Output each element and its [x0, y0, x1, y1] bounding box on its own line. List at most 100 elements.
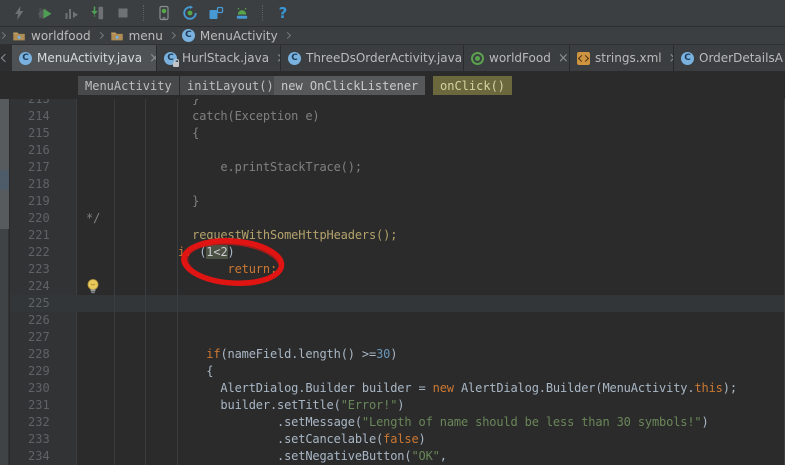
chevron-right-icon — [97, 32, 104, 39]
code-token: ) — [397, 398, 404, 412]
tab-OrderDetailsA[interactable]: COrderDetailsA — [674, 45, 785, 71]
code-token: 30 — [376, 347, 390, 361]
line-number[interactable]: 229 — [10, 363, 77, 380]
breadcrumb-chip-newOnClickListener[interactable]: new OnClickListener — [274, 76, 425, 95]
context-chips-row: MenuActivityinitLayout()new OnClickListe… — [0, 71, 785, 99]
line-number[interactable]: 233 — [10, 431, 77, 448]
navbar-item-worldfood[interactable]: worldfood — [12, 27, 91, 45]
code-token: ) — [228, 245, 235, 259]
tab-worldFood[interactable]: worldFood × — [464, 45, 570, 71]
code-token: builder.setTitle( — [86, 398, 341, 412]
line-number[interactable]: 225 — [10, 295, 77, 312]
code-editor[interactable]: 2132142152162172182192202212222232242252… — [0, 99, 785, 465]
close-tab-icon[interactable]: × — [558, 52, 569, 65]
code-line[interactable]: .setCancelable(false) — [86, 431, 784, 448]
sync-project-icon[interactable] — [182, 5, 198, 21]
line-number[interactable]: 213 — [10, 99, 77, 108]
code-line[interactable]: { — [86, 363, 784, 380]
code-line[interactable]: e.printStackTrace(); — [86, 159, 784, 176]
line-number[interactable]: 215 — [10, 125, 77, 142]
close-tab-icon[interactable]: × — [149, 52, 157, 65]
code-line[interactable]: builder.setTitle("Error!") — [86, 397, 784, 414]
line-number[interactable]: 222 — [10, 244, 77, 261]
toolbar-separator — [143, 5, 144, 21]
tab-HurlStack.java[interactable]: CHurlStack.java× — [157, 45, 281, 71]
code-token: AlertDialog.Builder builder = — [86, 381, 433, 395]
tab-label: worldFood — [489, 51, 551, 65]
code-token — [86, 245, 178, 259]
folder-icon — [12, 29, 26, 43]
code-line[interactable]: { — [86, 125, 784, 142]
code-line[interactable]: } — [86, 99, 784, 108]
line-number[interactable]: 217 — [10, 159, 77, 176]
avd-manager-icon[interactable] — [156, 5, 172, 21]
code-line[interactable]: return; — [86, 261, 784, 278]
chevron-right-icon — [169, 32, 176, 39]
intention-lightbulb-icon[interactable] — [85, 278, 101, 295]
line-number[interactable]: 234 — [10, 448, 77, 465]
breadcrumb-chip-MenuActivity[interactable]: MenuActivity — [78, 76, 179, 95]
left-scrollbar-track[interactable] — [0, 99, 9, 465]
main-toolbar: ? — [0, 0, 785, 27]
line-number[interactable]: 216 — [10, 142, 77, 159]
line-number[interactable]: 218 — [10, 176, 77, 193]
tab-label: strings.xml — [595, 51, 662, 65]
code-line[interactable]: .setNegativeButton("OK", — [86, 448, 784, 465]
navbar-item-MenuActivity[interactable]: CMenuActivity — [182, 27, 278, 45]
code-token: ( — [192, 245, 206, 259]
code-line[interactable] — [86, 176, 784, 193]
attach-debugger-icon[interactable] — [89, 5, 105, 21]
line-number[interactable]: 221 — [10, 227, 77, 244]
tabs-scroll-left-icon[interactable] — [1, 54, 9, 62]
code-line[interactable]: requestWithSomeHttpHeaders(); — [86, 227, 784, 244]
code-line[interactable]: if (1<2) — [86, 244, 784, 261]
code-line[interactable]: catch(Exception e) — [86, 108, 784, 125]
debug-bug-run-icon[interactable] — [37, 5, 53, 21]
line-number[interactable]: 214 — [10, 108, 77, 125]
help-icon[interactable]: ? — [275, 5, 291, 21]
line-number[interactable]: 231 — [10, 397, 77, 414]
code-token: .setNegativeButton( — [86, 449, 411, 463]
code-area[interactable]: } catch(Exception e) { e.printStackTrace… — [86, 99, 784, 465]
xml-file-icon — [577, 52, 590, 65]
code-token: (nameField.length() >= — [220, 347, 376, 361]
profiler-icon — [63, 5, 79, 21]
tab-label: OrderDetailsA — [699, 51, 783, 65]
line-number[interactable]: 227 — [10, 329, 77, 346]
line-number[interactable]: 226 — [10, 312, 77, 329]
code-line[interactable]: AlertDialog.Builder builder = new AlertD… — [86, 380, 784, 397]
line-number[interactable]: 228 — [10, 346, 77, 363]
line-number[interactable]: 230 — [10, 380, 77, 397]
code-line[interactable] — [86, 278, 784, 295]
navbar-item-menu[interactable]: menu — [110, 27, 163, 45]
code-line[interactable]: */ — [86, 210, 784, 227]
code-token: false — [383, 432, 418, 446]
line-number[interactable]: 220 — [10, 210, 77, 227]
code-line[interactable] — [86, 329, 784, 346]
tab-ThreeDsOrderActivity.java[interactable]: CThreeDsOrderActivity.java× — [281, 45, 464, 71]
code-token: this — [694, 381, 722, 395]
code-line[interactable]: .setMessage("Length of name should be le… — [86, 414, 784, 431]
code-line[interactable] — [86, 142, 784, 159]
code-line[interactable]: if(nameField.length() >=30) — [86, 346, 784, 363]
device-manager-icon[interactable] — [208, 5, 224, 21]
tab-MenuActivity.java[interactable]: CMenuActivity.java× — [12, 45, 157, 71]
line-number[interactable]: 219 — [10, 193, 77, 210]
class-icon: C — [19, 52, 32, 65]
line-number[interactable]: 232 — [10, 414, 77, 431]
left-scrollbar-thumb[interactable] — [0, 99, 9, 229]
code-line[interactable]: } — [86, 193, 784, 210]
code-line[interactable] — [86, 295, 784, 312]
line-number[interactable]: 223 — [10, 261, 77, 278]
navbar-item-label: worldfood — [31, 29, 91, 43]
line-number[interactable]: 224 — [10, 278, 77, 295]
scrollbar-visible-area-mark — [0, 170, 9, 190]
tab-strings.xml[interactable]: strings.xml× — [570, 45, 674, 71]
code-token: "OK" — [411, 449, 439, 463]
android-profiler-icon[interactable] — [234, 5, 250, 21]
stop-icon — [115, 5, 131, 21]
breadcrumb-chip-onClick[interactable]: onClick() — [433, 76, 512, 95]
run-flash-icon — [11, 5, 27, 21]
code-line[interactable] — [86, 312, 784, 329]
breadcrumb-chip-initLayout[interactable]: initLayout() — [180, 76, 281, 95]
